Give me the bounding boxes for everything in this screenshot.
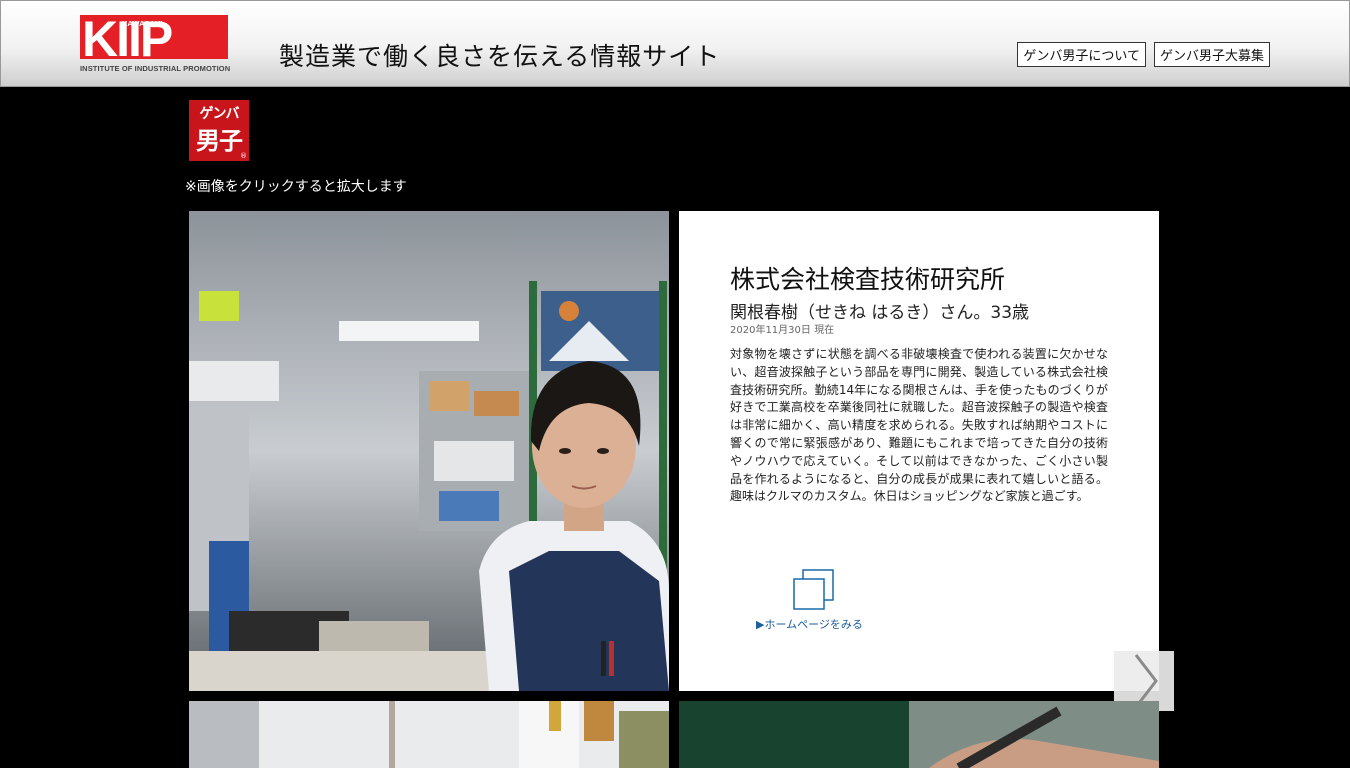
kiip-logo[interactable]: KIIP KAWASAKI INSTITUTE OF INDUSTRIAL PR… bbox=[80, 11, 231, 75]
site-tagline: 製造業で働く良さを伝える情報サイト bbox=[279, 42, 721, 71]
thumbnail-right-illustration bbox=[679, 701, 1159, 768]
worker-photo-illustration bbox=[189, 211, 669, 691]
thumbnail-left-illustration bbox=[189, 701, 669, 768]
site-header: KIIP KAWASAKI INSTITUTE OF INDUSTRIAL PR… bbox=[0, 0, 1350, 87]
logo-kawasaki: KAWASAKI bbox=[122, 19, 162, 28]
thumbnail-photo-right[interactable] bbox=[679, 701, 1159, 768]
logo-subtitle: INSTITUTE OF INDUSTRIAL PROMOTION bbox=[80, 64, 231, 73]
profile-card: 株式会社検査技術研究所 関根春樹（せきね はるき）さん。33歳 2020年11月… bbox=[679, 211, 1159, 691]
recruit-genba-danshi-link[interactable]: ゲンバ男子大募集 bbox=[1153, 42, 1270, 67]
genba-danshi-badge: ゲンバ 男子 ® bbox=[189, 100, 249, 161]
homepage-link[interactable]: ▶ホームページをみる bbox=[756, 616, 863, 632]
header-nav: ゲンバ男子について ゲンバ男子大募集 bbox=[1017, 42, 1270, 67]
kiip-logo-mark: KIIP KAWASAKI bbox=[80, 11, 228, 67]
about-genba-danshi-link[interactable]: ゲンバ男子について bbox=[1017, 42, 1146, 67]
click-to-enlarge-notice: ※画像をクリックすると拡大します bbox=[185, 179, 407, 195]
external-window-icon[interactable] bbox=[792, 568, 836, 612]
worker-photo[interactable] bbox=[189, 211, 669, 691]
profile-description: 対象物を壊さずに状態を調べる非破壊検査で使われる装置に欠かせない、超音波探触子と… bbox=[730, 347, 1108, 504]
badge-top-text: ゲンバ bbox=[199, 106, 240, 122]
badge-main-text: 男子 bbox=[196, 127, 243, 155]
person-name-age: 関根春樹（せきね はるき）さん。33歳 bbox=[730, 303, 1030, 323]
thumbnail-photo-left[interactable] bbox=[189, 701, 669, 768]
profile-date: 2020年11月30日 現在 bbox=[730, 325, 835, 336]
external-window-icon-svg bbox=[793, 569, 834, 610]
badge-registered-mark: ® bbox=[240, 152, 247, 160]
company-name: 株式会社検査技術研究所 bbox=[730, 265, 1006, 294]
